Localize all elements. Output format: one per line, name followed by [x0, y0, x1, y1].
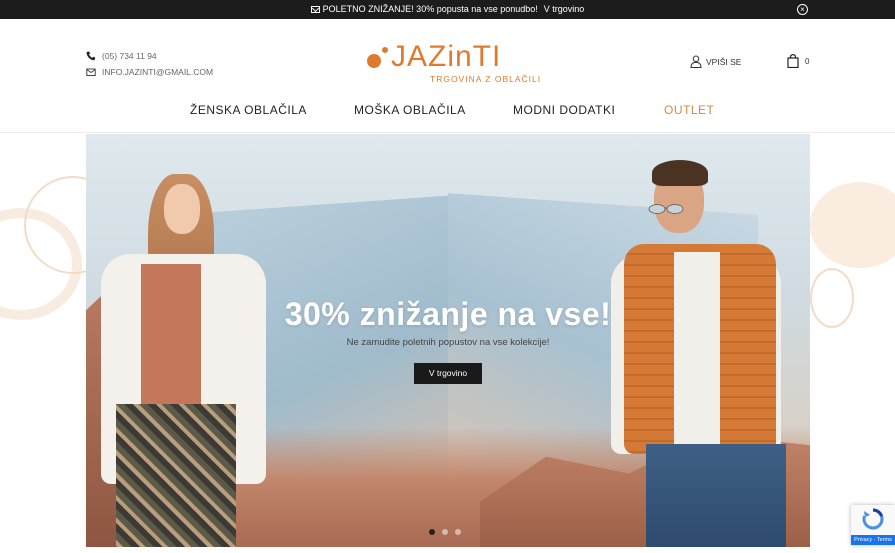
phone-number[interactable]: (05) 734 11 94	[102, 51, 157, 61]
recaptcha-logo	[851, 505, 895, 534]
model-woman-pants	[116, 404, 236, 547]
email-address[interactable]: INFO.JAZINTI@GMAIL.COM	[102, 67, 213, 77]
cart-count: 0	[805, 56, 810, 66]
site-logo[interactable]: JAZinTI TRGOVINA Z OBLAČILI	[367, 38, 540, 86]
logo-dot-large	[367, 54, 381, 68]
close-icon[interactable]: ×	[797, 4, 808, 15]
hero-subtitle: Ne zamudite poletnih popustov na vse kol…	[346, 337, 550, 348]
logo-wordmark: JAZinTI	[391, 40, 502, 73]
model-man-jeans	[646, 444, 786, 547]
phone-row: (05) 734 11 94	[86, 48, 213, 64]
cart-button[interactable]: 0	[787, 54, 809, 68]
nav-item-outlet[interactable]: OUTLET	[664, 103, 714, 117]
decor-ring-right-small	[810, 268, 854, 328]
model-man-tshirt	[674, 252, 720, 452]
announcement-shop-link[interactable]: V trgovino	[544, 4, 585, 14]
email-row: INFO.JAZINTI@GMAIL.COM	[86, 64, 213, 80]
nav-item-womens-clothing[interactable]: ŽENSKA OBLAČILA	[190, 103, 307, 117]
shopping-bag-icon	[787, 54, 799, 68]
login-label: VPIŠI SE	[706, 56, 742, 67]
slider-pagination	[429, 529, 461, 535]
decor-circle-right	[810, 182, 895, 268]
announcement-message: POLETNO ZNIŽANJE! 30% popusta na vse pon…	[0, 4, 895, 14]
logo-dot-small	[382, 47, 388, 53]
announcement-bar: POLETNO ZNIŽANJE! 30% popusta na vse pon…	[0, 0, 895, 19]
envelope-icon	[86, 68, 96, 76]
main-navigation: ŽENSKA OBLAČILA MOŠKA OBLAČILA MODNI DOD…	[0, 103, 895, 123]
recaptcha-badge[interactable]: Privacy - Terms	[851, 505, 895, 545]
model-woman-top	[141, 264, 201, 404]
user-icon	[690, 55, 702, 68]
hero-banner: 30% znižanje na vse! Ne zamudite poletni…	[86, 134, 810, 547]
recaptcha-label[interactable]: Privacy - Terms	[851, 535, 895, 545]
nav-item-accessories[interactable]: MODNI DODATKI	[513, 103, 615, 117]
model-woman-face	[164, 184, 200, 234]
hero-title: 30% znižanje na vse!	[284, 296, 612, 332]
hero-shop-button[interactable]: V trgovino	[414, 363, 482, 384]
login-button[interactable]: VPIŠI SE	[690, 55, 741, 68]
sunglasses-icon	[648, 204, 684, 214]
recaptcha-icon	[862, 508, 884, 530]
phone-icon	[86, 51, 96, 61]
logo-tagline: TRGOVINA Z OBLAČILI	[430, 74, 542, 84]
contact-info: (05) 734 11 94 INFO.JAZINTI@GMAIL.COM	[86, 48, 213, 80]
announcement-text: POLETNO ZNIŽANJE! 30% popusta na vse pon…	[322, 4, 538, 14]
slider-dot-1[interactable]	[429, 529, 435, 535]
slider-dot-3[interactable]	[455, 529, 461, 535]
nav-item-mens-clothing[interactable]: MOŠKA OBLAČILA	[354, 103, 466, 117]
slider-dot-2[interactable]	[442, 529, 448, 535]
mail-icon	[310, 6, 320, 13]
model-man-hair	[652, 160, 708, 186]
header-divider	[0, 132, 895, 133]
